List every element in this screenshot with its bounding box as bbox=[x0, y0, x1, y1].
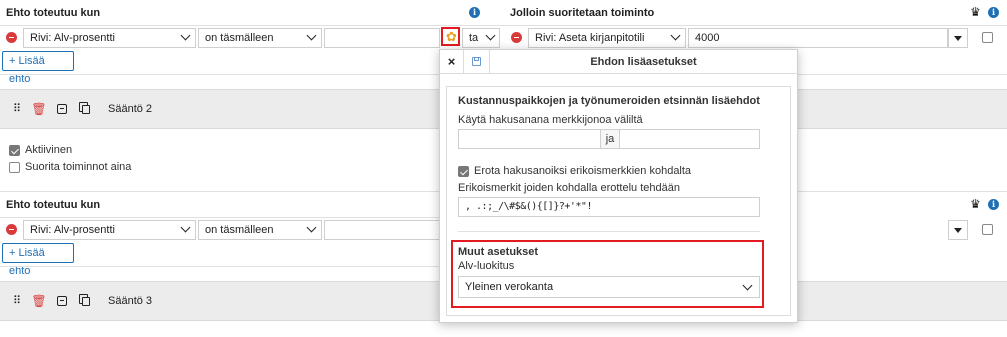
remove-condition-icon[interactable] bbox=[6, 32, 17, 43]
close-icon[interactable]: × bbox=[440, 50, 464, 74]
always-run-label: Suorita toiminnot aina bbox=[25, 161, 132, 173]
caret-down-icon bbox=[954, 36, 962, 41]
special-chars-label: Erikoismerkit joiden kohdalla erottelu t… bbox=[458, 182, 680, 194]
action-checkbox[interactable] bbox=[982, 224, 993, 235]
copy-icon[interactable] bbox=[79, 294, 90, 306]
section2-title: Muut asetukset bbox=[458, 246, 539, 258]
operator-value: on täsmälleen bbox=[205, 224, 274, 236]
range-label: Käytä hakusanana merkkijonoa väliltä bbox=[458, 114, 643, 126]
special-chars-input[interactable]: , .:;_/\#$&(){[]}?+'*"! bbox=[458, 197, 760, 217]
right-header-title: Jolloin suoritetaan toiminto bbox=[510, 7, 655, 19]
action-field-value: Rivi: Aseta kirjanpitotili bbox=[535, 32, 645, 44]
action-field-select[interactable]: Rivi: Aseta kirjanpitotili bbox=[528, 28, 686, 48]
condition-field-value: Rivi: Alv-prosentti bbox=[30, 32, 115, 44]
chevron-down-icon bbox=[670, 30, 681, 41]
modal-title: Ehdon lisäasetukset bbox=[590, 56, 697, 68]
chevron-down-icon bbox=[306, 222, 317, 233]
action-dropdown-button[interactable] bbox=[948, 28, 968, 48]
divider bbox=[0, 191, 440, 192]
section1-title: Kustannuspaikkojen ja työnumeroiden etsi… bbox=[458, 95, 760, 107]
operator-select[interactable]: on täsmälleen bbox=[198, 220, 322, 240]
save-icon bbox=[472, 57, 481, 66]
vat-label: Alv-luokitus bbox=[458, 260, 515, 272]
range-from-input[interactable] bbox=[458, 129, 601, 149]
drag-handle-icon[interactable]: ⠿ bbox=[9, 101, 25, 117]
action-prefix-select[interactable]: ta bbox=[462, 28, 500, 48]
info-icon[interactable]: i bbox=[988, 7, 999, 18]
chevron-down-icon bbox=[180, 30, 191, 41]
operator-value: on täsmälleen bbox=[205, 32, 274, 44]
divider bbox=[458, 231, 760, 232]
condition-value-input[interactable] bbox=[324, 28, 440, 48]
left-header-title: Ehto toteutuu kun bbox=[6, 7, 101, 19]
action-checkbox[interactable] bbox=[982, 32, 993, 43]
always-run-checkbox[interactable] bbox=[9, 162, 20, 173]
chevron-down-icon bbox=[742, 280, 753, 291]
action-dropdown-button[interactable] bbox=[948, 220, 968, 240]
chevron-down-icon bbox=[306, 30, 317, 41]
add-condition-button[interactable]: + Lisää ehto bbox=[2, 243, 74, 277]
divider bbox=[798, 191, 1007, 192]
advanced-settings-modal: × Ehdon lisäasetukset Kustannuspaikkojen… bbox=[439, 49, 798, 323]
divider bbox=[798, 74, 1007, 75]
save-button[interactable] bbox=[464, 50, 490, 74]
condition-value-input[interactable] bbox=[324, 220, 440, 240]
crown-icon: ♛ bbox=[970, 5, 981, 19]
condition-field-select[interactable]: Rivi: Alv-prosentti bbox=[23, 220, 196, 240]
split-label: Erota hakusanoiksi erikoismerkkien kohda… bbox=[474, 165, 692, 177]
drag-handle-icon[interactable]: ⠿ bbox=[9, 293, 25, 309]
caret-down-icon bbox=[954, 228, 962, 233]
range-to-input[interactable] bbox=[619, 129, 760, 149]
divider bbox=[0, 217, 440, 218]
info-icon[interactable]: i bbox=[469, 7, 480, 18]
collapse-icon[interactable] bbox=[57, 104, 67, 114]
add-condition-button[interactable]: + Lisää ehto bbox=[2, 51, 74, 85]
chevron-down-icon bbox=[485, 30, 496, 41]
chevron-down-icon bbox=[180, 222, 191, 233]
condition-field-value: Rivi: Alv-prosentti bbox=[30, 224, 115, 236]
crown-icon: ♛ bbox=[970, 197, 981, 211]
rule2-header-title: Ehto toteutuu kun bbox=[6, 199, 101, 211]
action-value-input[interactable]: 4000 bbox=[688, 28, 948, 48]
divider bbox=[0, 266, 440, 267]
trash-icon[interactable]: 🗑 bbox=[31, 293, 47, 309]
settings-button[interactable]: ✿ bbox=[441, 27, 460, 46]
range-separator: ja bbox=[601, 129, 619, 149]
copy-icon[interactable] bbox=[79, 102, 90, 114]
remove-action-icon[interactable] bbox=[511, 32, 522, 43]
active-checkbox[interactable] bbox=[9, 145, 20, 156]
active-label: Aktiivinen bbox=[25, 144, 73, 156]
split-checkbox[interactable] bbox=[458, 166, 469, 177]
divider bbox=[0, 25, 1007, 26]
remove-condition-icon[interactable] bbox=[6, 224, 17, 235]
action-prefix-value: ta bbox=[469, 32, 479, 44]
condition-field-select[interactable]: Rivi: Alv-prosentti bbox=[23, 28, 196, 48]
collapse-icon[interactable] bbox=[57, 296, 67, 306]
divider bbox=[0, 74, 440, 75]
gear-icon: ✿ bbox=[446, 29, 457, 44]
rule-name: Sääntö 2 bbox=[108, 103, 153, 115]
info-icon[interactable]: i bbox=[988, 199, 999, 210]
rule-name: Sääntö 3 bbox=[108, 295, 153, 307]
vat-value: Yleinen verokanta bbox=[465, 281, 554, 293]
trash-icon[interactable]: 🗑 bbox=[31, 101, 47, 117]
vat-select[interactable]: Yleinen verokanta bbox=[458, 276, 760, 298]
operator-select[interactable]: on täsmälleen bbox=[198, 28, 322, 48]
